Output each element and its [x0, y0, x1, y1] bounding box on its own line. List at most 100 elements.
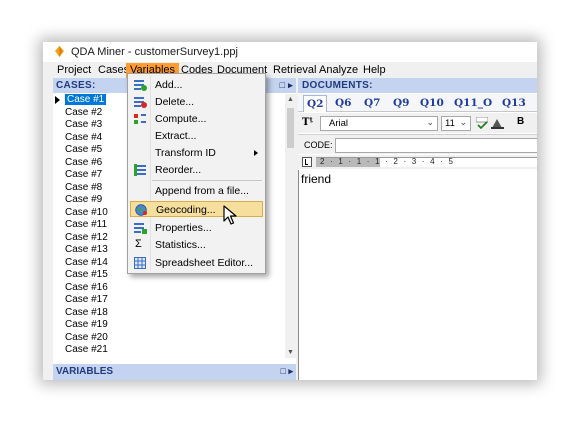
case-row-label: Case #9	[65, 194, 103, 205]
font-name-select[interactable]: Arial ⌄	[320, 116, 438, 131]
font-size-value: 11	[445, 118, 455, 129]
cases-scrollbar[interactable]: ▲ ▼	[285, 94, 296, 358]
code-input[interactable]	[335, 138, 537, 153]
pane-options-icon[interactable]: □ ▸	[281, 366, 293, 377]
menu-item-append-from-file[interactable]: Append from a file...	[130, 183, 263, 199]
case-row[interactable]: Case #20	[53, 332, 285, 345]
menu-item-add[interactable]: Add...	[130, 77, 263, 93]
case-row-label: Case #10	[65, 206, 108, 218]
reorder-icon	[134, 164, 146, 176]
ruler-marks: 2 · 1 · 1 · 1 · 2 · 3 · 4 · 5	[320, 157, 455, 166]
submenu-arrow-icon	[254, 150, 258, 156]
menu-item-compute[interactable]: Compute...	[130, 111, 263, 127]
menu-item-geocoding[interactable]: Geocoding...	[130, 201, 263, 217]
font-name-value: Arial	[329, 118, 349, 129]
code-bar: CODE:	[298, 134, 537, 154]
ruler-bar: 2 · 1 · 1 · 1 · 2 · 3 · 4 · 5	[298, 155, 537, 169]
menu-project[interactable]: Project	[53, 63, 95, 78]
tab-q2[interactable]: Q2	[303, 95, 328, 112]
case-row-label: Case #16	[65, 281, 108, 293]
menu-analyze[interactable]: Analyze	[315, 63, 362, 78]
chevron-down-icon: ⌄	[426, 117, 434, 127]
scroll-down-icon[interactable]: ▼	[285, 347, 296, 358]
case-row-label: Case #2	[65, 106, 103, 118]
variables-menu: Add... Delete... Compute... Extract... T…	[127, 73, 266, 274]
bold-icon[interactable]: B	[517, 116, 524, 127]
font-size-select[interactable]: 11 ⌄	[441, 116, 471, 131]
documents-pane: DOCUMENTS: Q2 Q6 Q7 Q9 Q10 Q11_O Q13 Tᶵ …	[298, 78, 537, 380]
case-row[interactable]: Case #16	[53, 282, 285, 295]
document-text: friend	[301, 172, 332, 186]
case-row-label: Case #3	[65, 119, 103, 130]
font-icon: Tᶵ	[302, 117, 314, 128]
app-logo-icon	[55, 46, 64, 57]
spreadsheet-icon	[134, 257, 146, 269]
case-row-label: Case #20	[65, 331, 108, 343]
delete-variable-icon	[134, 97, 147, 108]
menu-item-spreadsheet-editor[interactable]: Spreadsheet Editor...	[130, 255, 263, 271]
menu-help[interactable]: Help	[359, 63, 390, 78]
menu-item-properties[interactable]: Properties...	[130, 220, 263, 236]
scroll-thumb[interactable]	[287, 108, 294, 148]
tab-q7[interactable]: Q7	[364, 97, 380, 109]
chevron-down-icon: ⌄	[459, 117, 467, 127]
window-title: QDA Miner - customerSurvey1.ppj	[71, 46, 238, 58]
menu-item-reorder[interactable]: Reorder...	[130, 162, 263, 178]
cases-header-label: CASES:	[56, 80, 96, 91]
tab-stop-icon[interactable]	[302, 157, 312, 167]
menu-bar: Project Cases Variables Codes Document R…	[43, 62, 537, 78]
title-bar: QDA Miner - customerSurvey1.ppj	[43, 42, 537, 62]
case-row-label: Case #8	[65, 181, 103, 193]
case-row-label: Case #6	[65, 156, 103, 168]
case-row[interactable]: Case #21	[53, 344, 285, 357]
case-row-label: Case #19	[65, 319, 108, 330]
tab-q10[interactable]: Q10	[420, 97, 444, 109]
document-editor[interactable]: friend	[298, 170, 537, 380]
pane-options-icon[interactable]: □ ▸	[280, 80, 293, 91]
case-row-label: Case #14	[65, 256, 108, 268]
sigma-icon: Σ	[135, 238, 142, 250]
case-row[interactable]: Case #19	[53, 319, 285, 332]
case-row-label: Case #13	[65, 244, 108, 255]
add-variable-icon	[134, 80, 147, 91]
current-row-icon	[55, 96, 60, 104]
globe-icon	[135, 204, 147, 216]
tab-q6[interactable]: Q6	[335, 97, 351, 109]
case-row-label: Case #15	[65, 269, 108, 280]
menu-retrieval[interactable]: Retrieval	[269, 63, 320, 78]
scroll-up-icon[interactable]: ▲	[285, 94, 296, 105]
compute-icon	[134, 114, 146, 124]
case-row-label: Case #4	[65, 131, 103, 143]
documents-header-label: DOCUMENTS:	[302, 80, 373, 91]
variables-header-label: VARIABLES	[56, 366, 114, 377]
menu-item-extract[interactable]: Extract...	[130, 128, 263, 144]
app-window: QDA Miner - customerSurvey1.ppj Project …	[43, 42, 537, 380]
case-row-label: Case #21	[65, 344, 108, 355]
ruler[interactable]: 2 · 1 · 1 · 1 · 2 · 3 · 4 · 5	[316, 157, 537, 167]
menu-item-transform-id[interactable]: Transform ID	[130, 145, 263, 161]
properties-icon	[134, 223, 147, 234]
code-label: CODE:	[304, 140, 333, 150]
case-row-label: Case #12	[65, 231, 108, 243]
menu-separator	[152, 180, 262, 181]
variables-pane-header: VARIABLES □ ▸	[53, 364, 296, 380]
case-row-label: Case #17	[65, 294, 108, 305]
highlight-icon[interactable]	[491, 117, 504, 131]
case-row-label: Case #11	[65, 219, 108, 230]
tab-q9[interactable]: Q9	[393, 97, 409, 109]
mouse-pointer-icon	[223, 205, 237, 225]
case-row-label: Case #1	[65, 94, 107, 105]
spellcheck-icon[interactable]	[475, 116, 489, 131]
menu-item-statistics[interactable]: Σ Statistics...	[130, 237, 263, 253]
case-row[interactable]: Case #18	[53, 307, 285, 320]
documents-pane-header: DOCUMENTS:	[298, 78, 537, 93]
case-row-label: Case #5	[65, 144, 103, 155]
menu-item-delete[interactable]: Delete...	[130, 94, 263, 110]
document-tabs: Q2 Q6 Q7 Q9 Q10 Q11_O Q13	[298, 94, 537, 112]
format-toolbar: Tᶵ Arial ⌄ 11 ⌄ B	[298, 113, 537, 133]
tab-q13[interactable]: Q13	[502, 97, 526, 109]
case-row[interactable]: Case #17	[53, 294, 285, 307]
tab-q11-o[interactable]: Q11_O	[454, 97, 492, 109]
case-row-label: Case #18	[65, 306, 108, 318]
case-row-label: Case #7	[65, 169, 103, 180]
